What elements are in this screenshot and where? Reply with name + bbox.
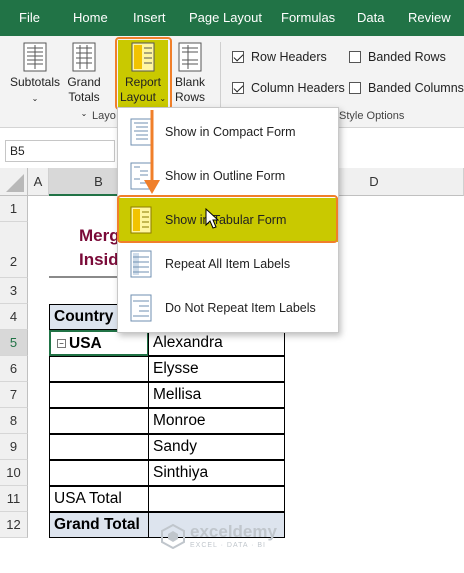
banded-columns-checkbox[interactable]: Banded Columns bbox=[349, 81, 464, 95]
row-header-5[interactable]: 5 bbox=[0, 330, 28, 356]
row-headers-label: Row Headers bbox=[251, 50, 327, 64]
menu-bar: File Home Insert Page Layout Formulas Da… bbox=[0, 0, 464, 36]
chevron-down-icon: ⌄ bbox=[80, 109, 88, 118]
row-header-7[interactable]: 7 bbox=[0, 382, 28, 408]
empty-country-cell[interactable] bbox=[49, 460, 149, 486]
usa-cell[interactable]: − USA bbox=[49, 330, 149, 356]
compact-form-label: Show in Compact Form bbox=[165, 125, 296, 139]
grand-totals-label-line2: Totals bbox=[68, 90, 100, 104]
row-header-4[interactable]: 4 bbox=[0, 304, 28, 330]
blank-rows-label-line2: Rows bbox=[174, 90, 205, 104]
blank-rows-icon bbox=[178, 42, 202, 72]
grand-totals-icon bbox=[72, 42, 96, 72]
row-header-3[interactable]: 3 bbox=[0, 278, 28, 304]
menu-formulas[interactable]: Formulas bbox=[281, 0, 335, 36]
row-header-10[interactable]: 10 bbox=[0, 460, 28, 486]
menu-page-layout[interactable]: Page Layout bbox=[189, 0, 262, 36]
menu-insert[interactable]: Insert bbox=[133, 0, 166, 36]
column-header-a[interactable]: A bbox=[28, 168, 49, 196]
checkbox-unchecked-icon bbox=[349, 51, 361, 63]
usa-total-cell[interactable]: USA Total bbox=[49, 486, 149, 512]
pointer-arrow-icon bbox=[144, 110, 160, 194]
name-cell[interactable]: Mellisa bbox=[148, 382, 285, 408]
usa-label: USA bbox=[69, 335, 102, 352]
subtotals-label: Subtotals bbox=[9, 75, 61, 89]
row-header-9[interactable]: 9 bbox=[0, 434, 28, 460]
checkbox-unchecked-icon bbox=[349, 82, 361, 94]
name-cell[interactable]: Monroe bbox=[148, 408, 285, 434]
row-header-1[interactable]: 1 bbox=[0, 196, 28, 222]
subtotals-button[interactable]: Subtotals ⌄ bbox=[6, 42, 64, 106]
outline-form-label: Show in Outline Form bbox=[165, 169, 286, 183]
mouse-cursor-icon bbox=[205, 208, 219, 229]
subtotals-icon bbox=[23, 42, 47, 72]
menu-item-repeat-all-item-labels[interactable]: Repeat All Item Labels bbox=[118, 242, 338, 286]
banded-rows-label: Banded Rows bbox=[368, 50, 446, 64]
layout-group-label: Layo bbox=[92, 110, 116, 122]
empty-country-cell[interactable] bbox=[49, 382, 149, 408]
row-header-2[interactable]: 2 bbox=[0, 222, 28, 278]
empty-country-cell[interactable] bbox=[49, 356, 149, 382]
exceldemy-watermark: exceldemy EXCEL · DATA · BI bbox=[160, 522, 277, 549]
row-header-12[interactable]: 12 bbox=[0, 512, 28, 538]
name-box[interactable]: B5 bbox=[5, 140, 115, 162]
menu-review[interactable]: Review bbox=[408, 0, 451, 36]
empty-country-cell[interactable] bbox=[49, 434, 149, 460]
menu-home[interactable]: Home bbox=[73, 0, 108, 36]
row-header-6[interactable]: 6 bbox=[0, 356, 28, 382]
report-layout-highlight bbox=[115, 37, 172, 110]
menu-item-do-not-repeat-item-labels[interactable]: Do Not Repeat Item Labels bbox=[118, 286, 338, 330]
empty-country-cell[interactable] bbox=[49, 408, 149, 434]
name-cell[interactable]: Alexandra bbox=[148, 330, 285, 356]
merged-title-line1: Merg bbox=[79, 226, 120, 245]
collapse-icon[interactable]: − bbox=[57, 339, 66, 349]
checkbox-checked-icon bbox=[232, 51, 244, 63]
name-cell[interactable]: Sinthiya bbox=[148, 460, 285, 486]
row-headers-checkbox[interactable]: Row Headers bbox=[232, 50, 327, 64]
tabular-form-highlight bbox=[117, 195, 338, 243]
menu-file[interactable]: File bbox=[19, 0, 40, 36]
banded-columns-label: Banded Columns bbox=[368, 81, 464, 95]
usa-total-value-cell[interactable] bbox=[148, 486, 285, 512]
column-headers-checkbox[interactable]: Column Headers bbox=[232, 81, 345, 95]
blank-rows-label-line1: Blank bbox=[174, 75, 206, 89]
watermark-tagline: EXCEL · DATA · BI bbox=[190, 542, 266, 549]
name-cell[interactable]: Sandy bbox=[148, 434, 285, 460]
checkbox-checked-icon bbox=[232, 82, 244, 94]
style-options-group-label: Style Options bbox=[339, 110, 405, 122]
column-headers-label: Column Headers bbox=[251, 81, 345, 95]
watermark-name: exceldemy bbox=[190, 522, 277, 541]
no-repeat-labels-icon bbox=[130, 294, 152, 322]
chevron-down-icon: ⌄ bbox=[31, 94, 39, 103]
row-header-8[interactable]: 8 bbox=[0, 408, 28, 434]
repeat-labels-icon bbox=[130, 250, 152, 278]
row-header-11[interactable]: 11 bbox=[0, 486, 28, 512]
select-all-corner[interactable] bbox=[0, 168, 28, 196]
grand-totals-label-line1: Grand bbox=[67, 75, 101, 89]
name-cell[interactable]: Elysse bbox=[148, 356, 285, 382]
menu-data[interactable]: Data bbox=[357, 0, 384, 36]
select-all-triangle-icon bbox=[6, 174, 24, 192]
grand-total-cell[interactable]: Grand Total bbox=[49, 512, 149, 538]
repeat-labels-label: Repeat All Item Labels bbox=[165, 257, 291, 271]
banded-rows-checkbox[interactable]: Banded Rows bbox=[349, 50, 446, 64]
exceldemy-logo-icon bbox=[161, 523, 185, 549]
merged-title-line2: Insid bbox=[79, 250, 119, 269]
no-repeat-labels-label: Do Not Repeat Item Labels bbox=[165, 301, 316, 315]
